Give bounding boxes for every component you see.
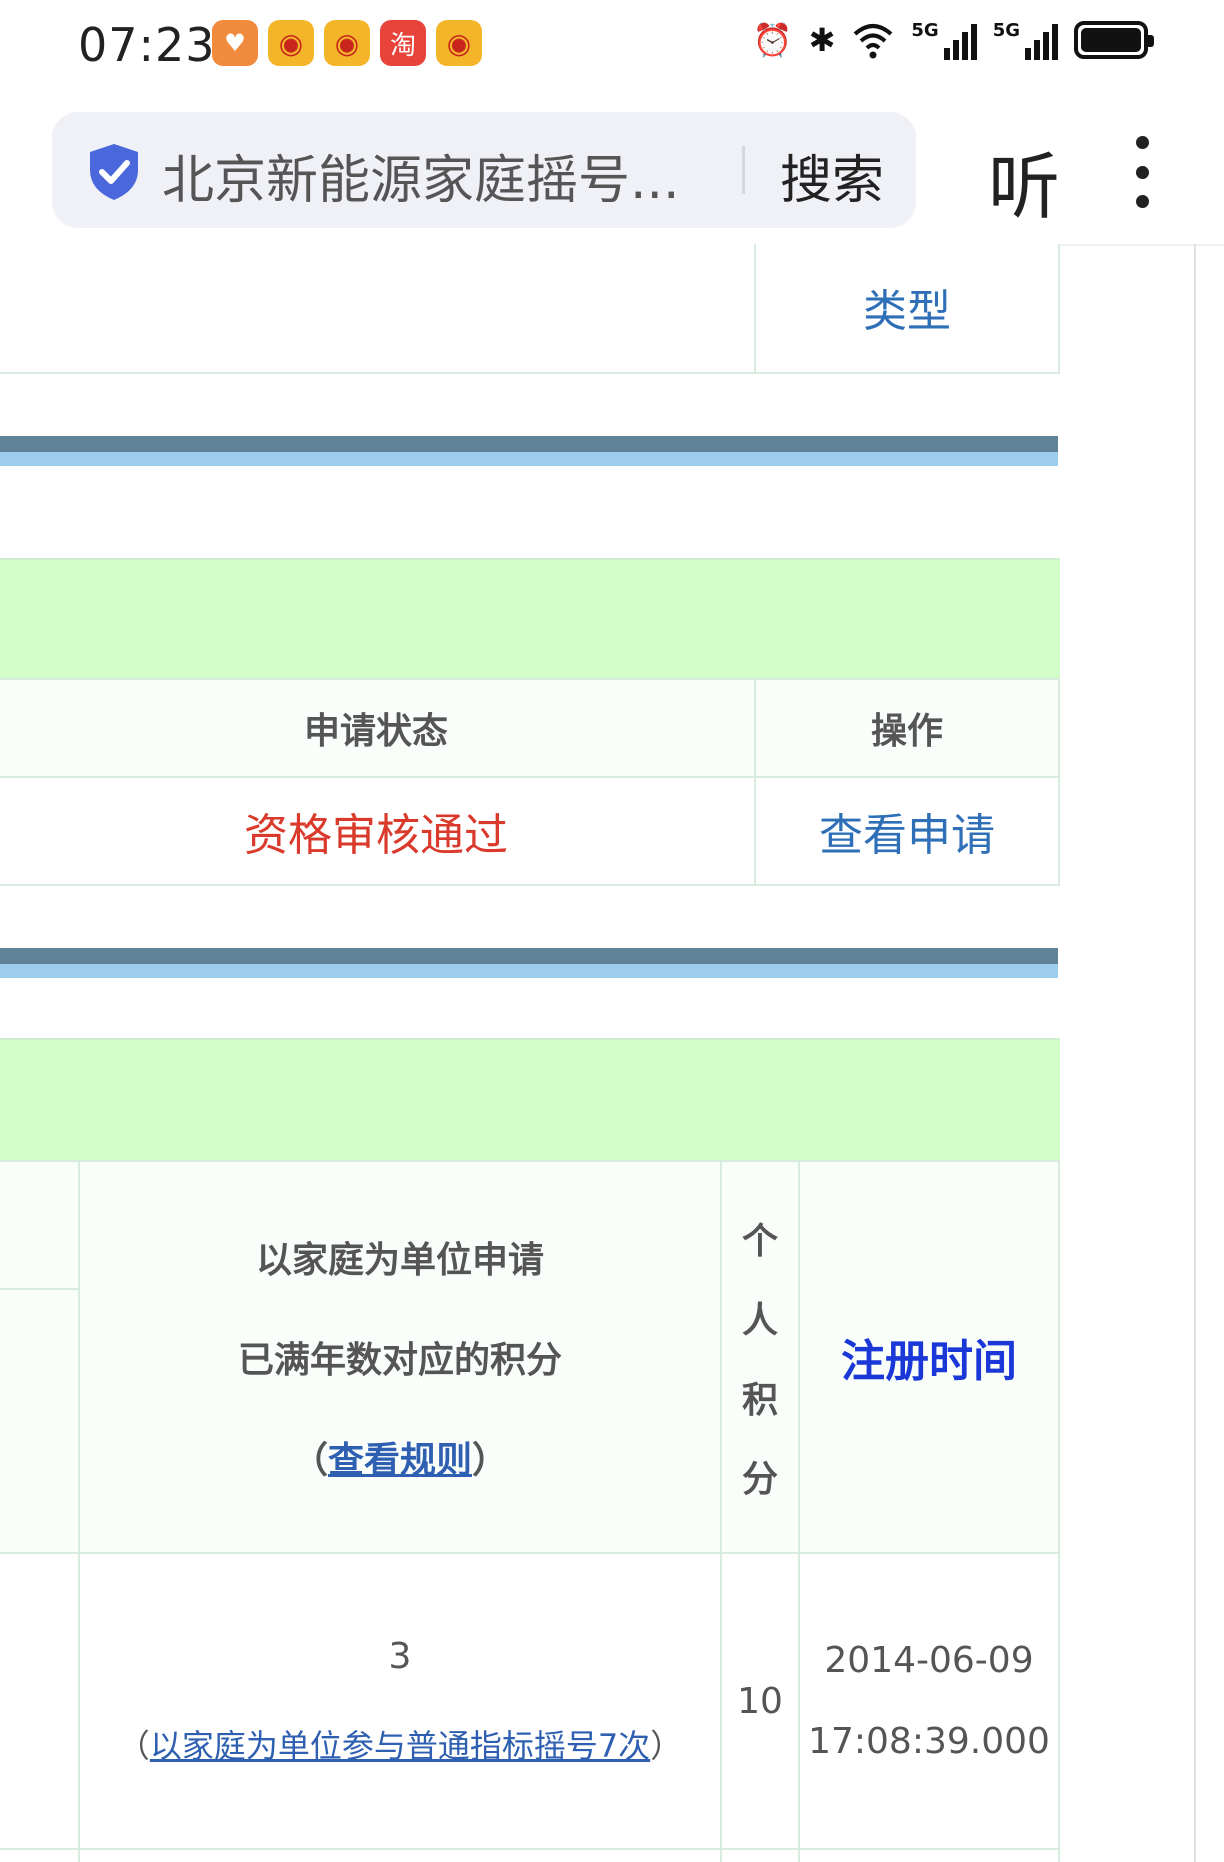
table2-action-cell: 查看申请: [754, 776, 1060, 886]
web-page-content: 类型 申请状态 操作 资格审核通过 查看申请 以家庭为单位申请 已满年数对应的积…: [0, 244, 1224, 1862]
listen-button[interactable]: 听: [988, 128, 1060, 233]
network-type-label: 5G: [992, 20, 1020, 41]
table3-left-header-top: [0, 1160, 80, 1290]
family-points-value: 3: [388, 1635, 412, 1677]
table3-personal-points-cell: 10: [720, 1552, 800, 1850]
table2-status-header: 申请状态: [0, 678, 756, 778]
section-divider-light: [0, 452, 1058, 466]
family-header-line1: 以家庭为单位申请: [255, 1240, 544, 1281]
signal-strength-icon: 5G: [911, 20, 977, 60]
search-query-text[interactable]: 北京新能源家庭摇号...: [162, 138, 680, 213]
table2-title-band: [0, 558, 1060, 680]
rule-link-wrapper: （查看规则）: [291, 1440, 509, 1481]
section-divider-light: [0, 964, 1058, 978]
bluetooth-icon: ✱: [808, 21, 836, 59]
table3-next-row-left: [0, 1848, 80, 1862]
table2-status-cell: 资格审核通过: [0, 776, 756, 886]
more-menu-icon[interactable]: [1130, 136, 1154, 208]
shield-check-icon: [90, 144, 138, 200]
alarm-icon: ⏰: [752, 21, 793, 59]
lottery-history-link[interactable]: 以家庭为单位参与普通指标摇号7次: [150, 1727, 650, 1765]
view-rules-link[interactable]: 查看规则: [328, 1440, 472, 1481]
signal-strength-icon: 5G: [993, 20, 1058, 60]
registration-date: 2014-06-09: [824, 1640, 1034, 1681]
family-header-line2: 已满年数对应的积分: [237, 1340, 562, 1381]
address-search-bar[interactable]: 北京新能源家庭摇号... 搜索: [52, 112, 916, 228]
page-right-border: [1194, 244, 1196, 1862]
table3-title-band: [0, 1038, 1060, 1162]
table3-family-points-cell: 3 （以家庭为单位参与普通指标摇号7次）: [78, 1552, 722, 1850]
table3-regtime-cell: 2014-06-09 17:08:39.000: [798, 1552, 1060, 1850]
weibo-icon: ◉: [324, 20, 370, 66]
table3-next-row-regtime: [798, 1848, 1060, 1862]
clock: 07:23: [78, 18, 216, 72]
search-button[interactable]: 搜索: [780, 138, 884, 213]
table3-personal-header: 个 人 积 分: [720, 1160, 800, 1554]
notification-icons: ♥ ◉ ◉ 淘 ◉: [212, 20, 482, 66]
lottery-link-wrapper: （以家庭为单位参与普通指标摇号7次）: [117, 1726, 683, 1765]
battery-icon: [1074, 21, 1154, 59]
action-header-text: 操作: [870, 711, 943, 752]
status-bar: 07:23 ♥ ◉ ◉ 淘 ◉ ⏰ ✱ 5G 5G: [0, 0, 1224, 92]
view-application-link[interactable]: 查看申请: [819, 799, 995, 863]
personal-points-value: 10: [737, 1680, 783, 1722]
table3-next-row-family: [78, 1848, 722, 1862]
taobao-icon: 淘: [380, 20, 426, 66]
wifi-icon: [854, 24, 893, 59]
table3-family-header: 以家庭为单位申请 已满年数对应的积分 （查看规则）: [78, 1160, 722, 1554]
table3-regtime-header: 注册时间: [798, 1160, 1060, 1554]
section-divider-dark: [0, 436, 1058, 452]
table3-left-header-bottom: [0, 1288, 80, 1554]
section-divider-dark: [0, 948, 1058, 964]
system-icons: ⏰ ✱ 5G 5G: [752, 20, 1154, 60]
type-header-text: 类型: [863, 286, 951, 337]
table1-left-cell: [0, 244, 756, 374]
network-type-label: 5G: [911, 20, 939, 41]
table2-action-header: 操作: [754, 678, 1060, 778]
status-value: 资格审核通过: [244, 810, 508, 861]
table3-next-row-personal: [720, 1848, 800, 1862]
status-header-text: 申请状态: [303, 711, 448, 752]
heart-app-icon: ♥: [212, 20, 258, 66]
weibo-icon: ◉: [268, 20, 314, 66]
table3-left-data: [0, 1552, 80, 1850]
weibo-icon: ◉: [436, 20, 482, 66]
registration-time-header: 注册时间: [841, 1336, 1017, 1387]
table1-type-header: 类型: [754, 244, 1060, 374]
personal-points-header: 个 人 积 分: [741, 1221, 778, 1500]
search-divider: [742, 146, 745, 194]
registration-clock-time: 17:08:39.000: [808, 1721, 1050, 1762]
